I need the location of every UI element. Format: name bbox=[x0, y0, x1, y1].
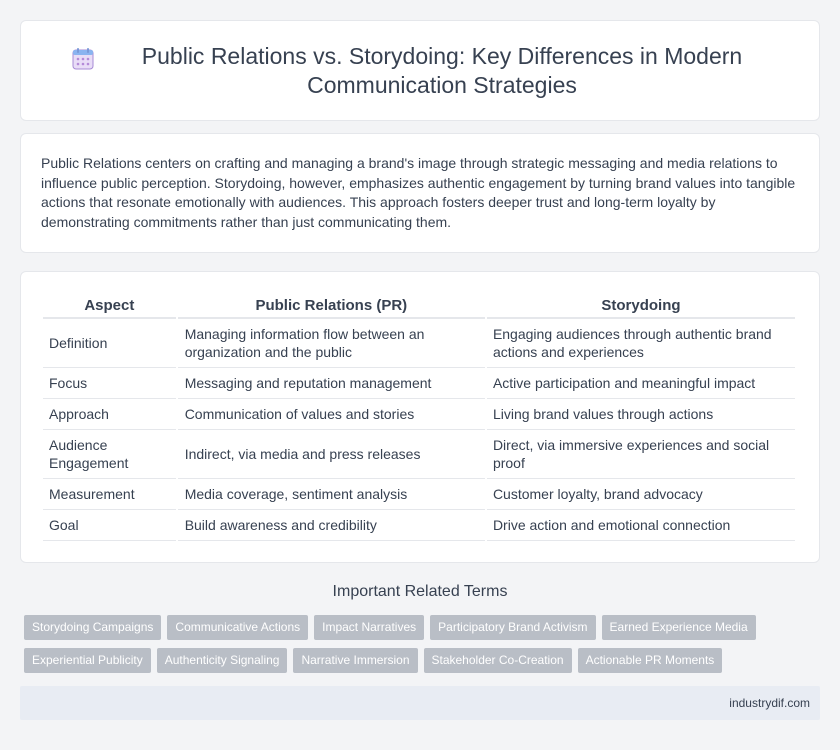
cell-storydoing: Direct, via immersive experiences and so… bbox=[486, 430, 795, 479]
intro-paragraph: Public Relations centers on crafting and… bbox=[41, 155, 796, 230]
tag-link[interactable]: Authenticity Signaling bbox=[156, 648, 288, 673]
cell-aspect: Measurement bbox=[43, 479, 176, 510]
table-row: Definition Managing information flow bet… bbox=[43, 319, 795, 368]
comparison-table-card: Aspect Public Relations (PR) Storydoing … bbox=[20, 271, 820, 563]
cell-pr: Indirect, via media and press releases bbox=[177, 430, 485, 479]
cell-storydoing: Active participation and meaningful impa… bbox=[486, 368, 795, 399]
cell-pr: Communication of values and stories bbox=[177, 399, 485, 430]
tag-link[interactable]: Experiential Publicity bbox=[24, 648, 151, 673]
footer-site-link[interactable]: industrydif.com bbox=[729, 696, 810, 710]
cell-aspect: Definition bbox=[43, 319, 176, 368]
cell-storydoing: Drive action and emotional connection bbox=[486, 510, 795, 541]
cell-pr: Managing information flow between an org… bbox=[177, 319, 485, 368]
header-card: Public Relations vs. Storydoing: Key Dif… bbox=[20, 20, 820, 121]
comparison-table: Aspect Public Relations (PR) Storydoing … bbox=[41, 295, 797, 541]
cell-storydoing: Living brand values through actions bbox=[486, 399, 795, 430]
cell-storydoing: Customer loyalty, brand advocacy bbox=[486, 479, 795, 510]
tag-row: Storydoing Campaigns Communicative Actio… bbox=[24, 615, 824, 640]
tag-link[interactable]: Stakeholder Co-Creation bbox=[423, 648, 572, 673]
cell-aspect: Goal bbox=[43, 510, 176, 541]
tag-link[interactable]: Earned Experience Media bbox=[601, 615, 756, 640]
related-terms-tags: Storydoing Campaigns Communicative Actio… bbox=[24, 615, 824, 681]
header-storydoing: Storydoing bbox=[486, 295, 795, 319]
table-row: Focus Messaging and reputation managemen… bbox=[43, 368, 795, 399]
cell-aspect: Focus bbox=[43, 368, 176, 399]
table-row: Audience Engagement Indirect, via media … bbox=[43, 430, 795, 479]
cell-pr: Build awareness and credibility bbox=[177, 510, 485, 541]
tag-link[interactable]: Communicative Actions bbox=[167, 615, 309, 640]
table-row: Goal Build awareness and credibility Dri… bbox=[43, 510, 795, 541]
calendar-icon bbox=[72, 47, 94, 69]
cell-pr: Media coverage, sentiment analysis bbox=[177, 479, 485, 510]
title-wrap: Public Relations vs. Storydoing: Key Dif… bbox=[70, 42, 770, 100]
tag-link[interactable]: Storydoing Campaigns bbox=[24, 615, 162, 640]
cell-aspect: Audience Engagement bbox=[43, 430, 176, 479]
table-row: Approach Communication of values and sto… bbox=[43, 399, 795, 430]
cell-pr: Messaging and reputation management bbox=[177, 368, 485, 399]
header-public-relations: Public Relations (PR) bbox=[177, 295, 485, 319]
intro-card: Public Relations centers on crafting and… bbox=[20, 133, 820, 253]
table-header-row: Aspect Public Relations (PR) Storydoing bbox=[43, 295, 795, 319]
header-aspect: Aspect bbox=[43, 295, 176, 319]
cell-storydoing: Engaging audiences through authentic bra… bbox=[486, 319, 795, 368]
tag-row: Experiential Publicity Authenticity Sign… bbox=[24, 648, 824, 673]
page-title: Public Relations vs. Storydoing: Key Dif… bbox=[141, 42, 743, 98]
tag-link[interactable]: Narrative Immersion bbox=[293, 648, 418, 673]
related-terms-title: Important Related Terms bbox=[332, 583, 508, 600]
footer: industrydif.com bbox=[20, 686, 820, 720]
tag-link[interactable]: Actionable PR Moments bbox=[577, 648, 723, 673]
table-row: Measurement Media coverage, sentiment an… bbox=[43, 479, 795, 510]
tag-link[interactable]: Participatory Brand Activism bbox=[430, 615, 596, 640]
tag-link[interactable]: Impact Narratives bbox=[314, 615, 425, 640]
cell-aspect: Approach bbox=[43, 399, 176, 430]
